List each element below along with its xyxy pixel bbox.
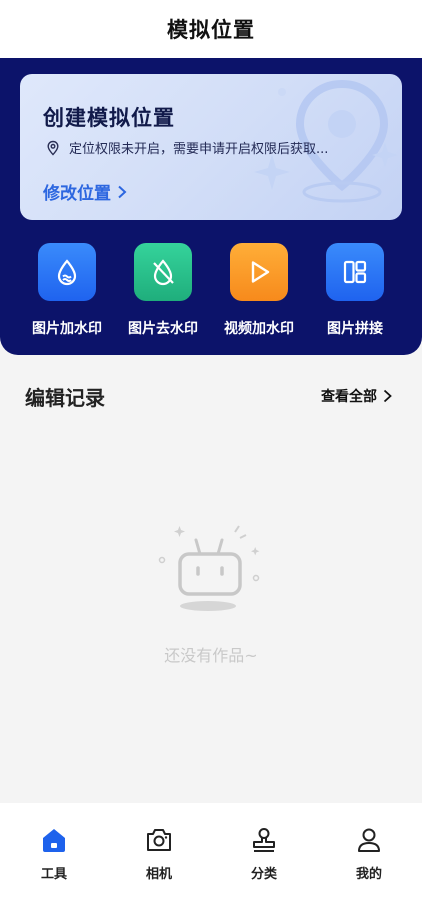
nav-label: 工具: [40, 867, 67, 882]
tool-video-watermark[interactable]: 视频加水印: [211, 243, 307, 338]
view-all-button[interactable]: 查看全部: [321, 386, 392, 406]
video-play-icon: [230, 243, 288, 301]
page-title: 模拟位置: [167, 18, 255, 42]
nav-item-category[interactable]: 分类: [224, 825, 304, 882]
permission-notice-text: 定位权限未开启，需要申请开启权限后获取...: [69, 142, 329, 157]
empty-tv-robot-icon: [158, 525, 260, 611]
modify-location-link[interactable]: 修改位置: [43, 179, 127, 204]
stamp-icon: [253, 828, 275, 852]
nav-label: 我的: [355, 867, 382, 882]
tools-panel: 创建模拟位置 定位权限未开启，需要申请开启权限后获取... 修改位置 图片加水印…: [0, 58, 422, 355]
empty-state-text: 还没有作品~: [164, 646, 258, 665]
create-location-card[interactable]: 创建模拟位置 定位权限未开启，需要申请开启权限后获取... 修改位置: [20, 74, 402, 220]
camera-icon: [147, 829, 171, 851]
app-screen: 模拟位置 创建模拟位置 定位权限未开启，需要申请开启权限后获取... 修改位置 …: [0, 0, 422, 897]
chevron-right-icon: [118, 185, 127, 198]
nav-item-tools[interactable]: 工具: [14, 825, 94, 882]
section-title: 编辑记录: [25, 386, 105, 410]
nav-label: 分类: [250, 867, 277, 882]
remove-watermark-icon: [134, 243, 192, 301]
nav-item-camera[interactable]: 相机: [119, 825, 199, 882]
tool-label: 视频加水印: [224, 321, 294, 337]
tool-label: 图片拼接: [327, 321, 383, 337]
location-icon: [47, 140, 59, 156]
modify-location-label: 修改位置: [43, 184, 111, 204]
tool-image-watermark[interactable]: 图片加水印: [19, 243, 115, 338]
image-watermark-icon: [38, 243, 96, 301]
nav-label: 相机: [145, 867, 172, 882]
home-icon: [43, 829, 65, 852]
records-header: 编辑记录 查看全部: [0, 380, 422, 412]
tool-image-stitch[interactable]: 图片拼接: [307, 243, 403, 338]
permission-notice: 定位权限未开启，需要申请开启权限后获取...: [45, 138, 328, 157]
tool-label: 图片去水印: [128, 321, 198, 337]
tool-label: 图片加水印: [32, 321, 102, 337]
chevron-right-icon: [383, 389, 392, 403]
grid-layout-icon: [326, 243, 384, 301]
user-icon: [358, 828, 380, 852]
tool-remove-watermark[interactable]: 图片去水印: [115, 243, 211, 338]
card-title: 创建模拟位置: [43, 106, 175, 130]
tool-grid: 图片加水印 图片去水印 视频加水印 图片拼接: [0, 243, 422, 343]
bottom-nav: 工具 相机 分类 我的: [0, 803, 422, 897]
top-bar: 模拟位置: [0, 0, 422, 58]
view-all-label: 查看全部: [321, 389, 377, 405]
nav-item-mine[interactable]: 我的: [329, 825, 409, 882]
